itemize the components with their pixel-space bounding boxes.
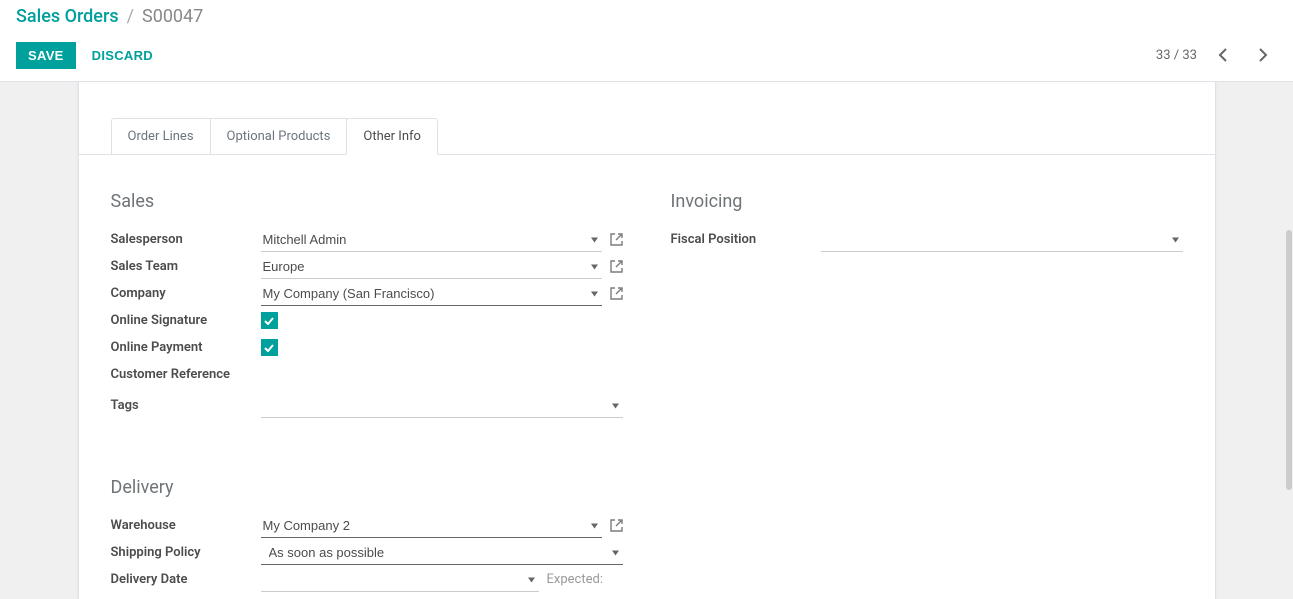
check-icon bbox=[264, 344, 274, 352]
header: Sales Orders / S00047 SAVE DISCARD 33 / … bbox=[0, 0, 1293, 81]
pager-total: 33 bbox=[1182, 48, 1197, 63]
form-sheet: Order Lines Optional Products Other Info… bbox=[78, 82, 1216, 599]
breadcrumb-separator: / bbox=[127, 6, 134, 27]
label-fiscal-position: Fiscal Position bbox=[671, 232, 821, 247]
external-link-icon bbox=[610, 287, 623, 300]
input-sales-team[interactable] bbox=[261, 255, 602, 279]
input-warehouse[interactable] bbox=[261, 514, 602, 538]
toolbar-right: 33 / 33 bbox=[1156, 41, 1277, 69]
checkbox-online-payment[interactable] bbox=[261, 339, 278, 356]
tab-optional-products[interactable]: Optional Products bbox=[210, 118, 348, 155]
field-customer-reference: Customer Reference bbox=[111, 361, 623, 388]
next-button[interactable] bbox=[1249, 41, 1277, 69]
label-sales-team: Sales Team bbox=[111, 259, 261, 274]
breadcrumb-link-sales-orders[interactable]: Sales Orders bbox=[16, 6, 119, 27]
form-body: Sales Salesperson Sales Team bbox=[79, 155, 1215, 599]
prev-button[interactable] bbox=[1209, 41, 1237, 69]
section-title-delivery: Delivery bbox=[111, 477, 623, 498]
field-delivery-date: Delivery Date Expected: bbox=[111, 566, 623, 593]
pager[interactable]: 33 / 33 bbox=[1156, 48, 1197, 63]
top-spacer bbox=[79, 82, 1215, 118]
toolbar: SAVE DISCARD 33 / 33 bbox=[16, 31, 1277, 81]
save-button[interactable]: SAVE bbox=[16, 42, 76, 69]
field-online-signature: Online Signature bbox=[111, 307, 623, 334]
input-salesperson[interactable] bbox=[261, 228, 602, 252]
chevron-left-icon bbox=[1218, 48, 1228, 62]
field-warehouse: Warehouse bbox=[111, 512, 623, 539]
label-customer-reference: Customer Reference bbox=[111, 367, 261, 382]
label-warehouse: Warehouse bbox=[111, 518, 261, 533]
label-delivery-date: Delivery Date bbox=[111, 572, 261, 587]
external-link-icon bbox=[610, 260, 623, 273]
external-link-icon bbox=[610, 519, 623, 532]
checkbox-online-signature[interactable] bbox=[261, 312, 278, 329]
field-company: Company bbox=[111, 280, 623, 307]
field-tags: Tags bbox=[111, 392, 623, 419]
label-salesperson: Salesperson bbox=[111, 232, 261, 247]
tab-order-lines[interactable]: Order Lines bbox=[111, 118, 211, 155]
field-shipping-policy: Shipping Policy bbox=[111, 539, 623, 566]
field-sales-team: Sales Team bbox=[111, 253, 623, 280]
breadcrumb: Sales Orders / S00047 bbox=[16, 6, 1277, 31]
scrollbar[interactable] bbox=[1285, 80, 1293, 598]
breadcrumb-current: S00047 bbox=[142, 6, 203, 27]
input-fiscal-position[interactable] bbox=[821, 228, 1183, 252]
content-area: Order Lines Optional Products Other Info… bbox=[0, 81, 1293, 599]
external-link-icon bbox=[610, 233, 623, 246]
external-link-sales-team[interactable] bbox=[610, 260, 623, 273]
select-shipping-policy[interactable] bbox=[261, 541, 623, 565]
external-link-salesperson[interactable] bbox=[610, 233, 623, 246]
scrollbar-thumb[interactable] bbox=[1286, 230, 1292, 490]
label-company: Company bbox=[111, 286, 261, 301]
external-link-company[interactable] bbox=[610, 287, 623, 300]
section-title-sales: Sales bbox=[111, 191, 623, 212]
check-icon bbox=[264, 317, 274, 325]
expected-label: Expected: bbox=[547, 572, 603, 587]
pager-current: 33 bbox=[1156, 48, 1171, 63]
tabs: Order Lines Optional Products Other Info bbox=[79, 118, 1215, 155]
external-link-warehouse[interactable] bbox=[610, 519, 623, 532]
tab-other-info[interactable]: Other Info bbox=[346, 118, 438, 155]
discard-button[interactable]: DISCARD bbox=[92, 48, 153, 63]
left-column: Sales Salesperson Sales Team bbox=[111, 179, 623, 593]
input-company[interactable] bbox=[261, 282, 602, 306]
input-tags[interactable] bbox=[261, 394, 623, 418]
label-shipping-policy: Shipping Policy bbox=[111, 545, 261, 560]
toolbar-left: SAVE DISCARD bbox=[16, 42, 153, 69]
field-salesperson: Salesperson bbox=[111, 226, 623, 253]
right-column: Invoicing Fiscal Position bbox=[671, 179, 1183, 593]
section-title-invoicing: Invoicing bbox=[671, 191, 1183, 212]
field-online-payment: Online Payment bbox=[111, 334, 623, 361]
input-delivery-date[interactable] bbox=[261, 568, 539, 592]
chevron-right-icon bbox=[1258, 48, 1268, 62]
label-online-signature: Online Signature bbox=[111, 313, 261, 328]
field-fiscal-position: Fiscal Position bbox=[671, 226, 1183, 253]
label-online-payment: Online Payment bbox=[111, 340, 261, 355]
label-tags: Tags bbox=[111, 398, 261, 413]
